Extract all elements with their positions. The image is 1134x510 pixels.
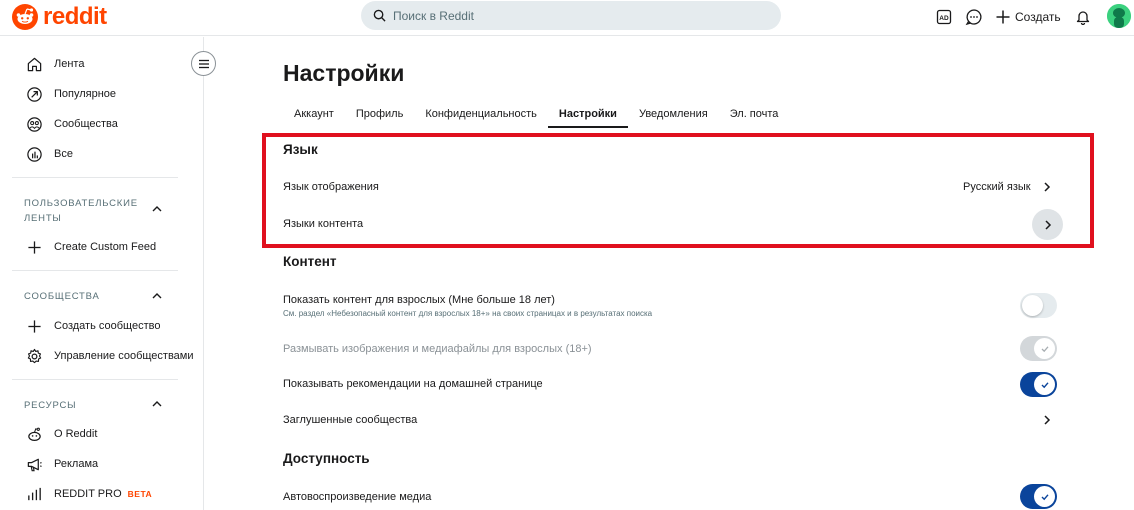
check-icon <box>1041 381 1049 388</box>
reddit-snoo-icon <box>12 4 38 30</box>
manage-communities-button[interactable]: Управление сообществами <box>24 345 194 367</box>
tab-profile[interactable]: Профиль <box>345 100 415 128</box>
reddit-alien-icon <box>24 424 44 444</box>
tab-preferences[interactable]: Настройки <box>547 100 629 128</box>
sidebar-item-label: REDDIT PRO BETA <box>54 488 152 500</box>
sidebar-item-label: Create Custom Feed <box>54 241 157 253</box>
chevron-right-icon[interactable] <box>1041 414 1053 426</box>
nsfw-label: Показать контент для взрослых (Мне больш… <box>283 294 555 306</box>
section-resources-title[interactable]: РЕСУРСЫ <box>24 398 134 413</box>
tab-privacy[interactable]: Конфиденциальность <box>414 100 548 128</box>
about-reddit-link[interactable]: О Reddit <box>24 423 97 445</box>
sidebar-item-label: Создать сообщество <box>54 320 161 332</box>
search-input[interactable] <box>393 8 753 23</box>
all-icon <box>24 144 44 164</box>
muted-communities-label[interactable]: Заглушенные сообщества <box>283 414 417 426</box>
bar-chart-icon <box>24 484 44 504</box>
sidebar-toggle-button[interactable] <box>191 51 216 76</box>
sidebar-item-label: Сообщества <box>54 118 118 130</box>
accessibility-section-title: Доступность <box>283 451 370 466</box>
sidebar-item-popular[interactable]: Популярное <box>24 83 116 105</box>
toggle-knob <box>1034 338 1055 359</box>
chevron-right-icon <box>1044 219 1051 230</box>
sidebar-item-label: Лента <box>54 58 85 70</box>
check-icon <box>1041 493 1049 500</box>
megaphone-icon <box>24 454 44 474</box>
autoplay-media-label: Автовоспроизведение медиа <box>283 491 432 503</box>
nsfw-toggle[interactable] <box>1020 293 1057 318</box>
reddit-pro-link[interactable]: REDDIT PRO BETA <box>24 483 152 505</box>
sidebar-item-label: Популярное <box>54 88 117 100</box>
section-custom-feeds-title[interactable]: ПОЛЬЗОВАТЕЛЬСКИЕ ЛЕНТЫ <box>24 196 137 226</box>
chevron-up-icon[interactable] <box>150 289 164 303</box>
plus-icon <box>24 237 44 257</box>
toggle-knob <box>1022 295 1043 316</box>
check-icon <box>1041 345 1048 352</box>
sidebar-item-label: О Reddit <box>54 428 98 440</box>
home-recommendations-toggle[interactable] <box>1020 372 1057 397</box>
top-bar: reddit AD Создать <box>0 0 1134 36</box>
sidebar-item-all[interactable]: Все <box>24 143 73 165</box>
home-recommendations-label: Показывать рекомендации на домашней стра… <box>283 378 543 390</box>
nsfw-description: См. раздел «Небезопасный контент для взр… <box>283 309 653 318</box>
blur-nsfw-label: Размывать изображения и медиафайлы для в… <box>283 343 592 355</box>
search-icon <box>373 9 386 22</box>
user-avatar[interactable] <box>1107 4 1131 28</box>
menu-icon <box>198 59 209 68</box>
display-language-value[interactable]: Русский язык <box>963 181 1031 193</box>
gear-icon <box>24 346 44 366</box>
page-title: Настройки <box>283 60 405 86</box>
ad-icon[interactable]: AD <box>933 6 955 28</box>
language-section-title: Язык <box>283 142 318 157</box>
autoplay-media-toggle[interactable] <box>1020 484 1057 509</box>
sidebar-item-home[interactable]: Лента <box>24 53 84 75</box>
sidebar-divider <box>12 177 178 178</box>
create-custom-feed-button[interactable]: Create Custom Feed <box>24 236 156 258</box>
content-languages-label[interactable]: Языки контента <box>283 218 363 230</box>
sidebar-item-communities[interactable]: Сообщества <box>24 113 118 135</box>
display-language-label[interactable]: Язык отображения <box>283 181 379 193</box>
plus-icon <box>996 10 1010 24</box>
bell-icon[interactable] <box>1072 6 1094 28</box>
logo-text: reddit <box>43 3 107 30</box>
svg-text:AD: AD <box>939 15 949 22</box>
chevron-up-icon[interactable] <box>150 397 164 411</box>
toggle-knob <box>1034 486 1055 507</box>
blur-nsfw-toggle[interactable] <box>1020 336 1057 361</box>
chat-icon[interactable] <box>963 6 985 28</box>
reddit-pro-label: REDDIT PRO <box>54 488 122 500</box>
sidebar-item-label: Реклама <box>54 458 99 470</box>
tab-email[interactable]: Эл. почта <box>719 100 790 128</box>
communities-icon <box>24 114 44 134</box>
content-section-title: Контент <box>283 254 337 269</box>
toggle-knob <box>1034 374 1055 395</box>
tab-account[interactable]: Аккаунт <box>283 100 345 128</box>
search-bar[interactable] <box>361 1 781 30</box>
advertise-link[interactable]: Реклама <box>24 453 98 475</box>
sidebar-divider <box>12 270 178 271</box>
create-community-button[interactable]: Создать сообщество <box>24 315 160 337</box>
reddit-logo[interactable]: reddit <box>12 4 107 30</box>
chevron-right-icon[interactable] <box>1041 181 1053 193</box>
sidebar-item-label: Управление сообществами <box>54 350 194 362</box>
sidebar-divider <box>12 379 178 380</box>
sidebar-item-label: Все <box>54 148 73 160</box>
beta-badge: BETA <box>127 489 153 499</box>
create-button[interactable]: Создать <box>995 6 1061 28</box>
plus-icon <box>24 316 44 336</box>
home-icon <box>24 54 44 74</box>
settings-tabs: Аккаунт Профиль Конфиденциальность Настр… <box>283 100 789 128</box>
create-label: Создать <box>1015 10 1061 24</box>
section-communities-title[interactable]: СООБЩЕСТВА <box>24 289 134 304</box>
content-languages-button[interactable] <box>1032 209 1063 240</box>
chevron-up-icon[interactable] <box>150 202 164 216</box>
tab-notifications[interactable]: Уведомления <box>628 100 719 128</box>
popular-icon <box>24 84 44 104</box>
